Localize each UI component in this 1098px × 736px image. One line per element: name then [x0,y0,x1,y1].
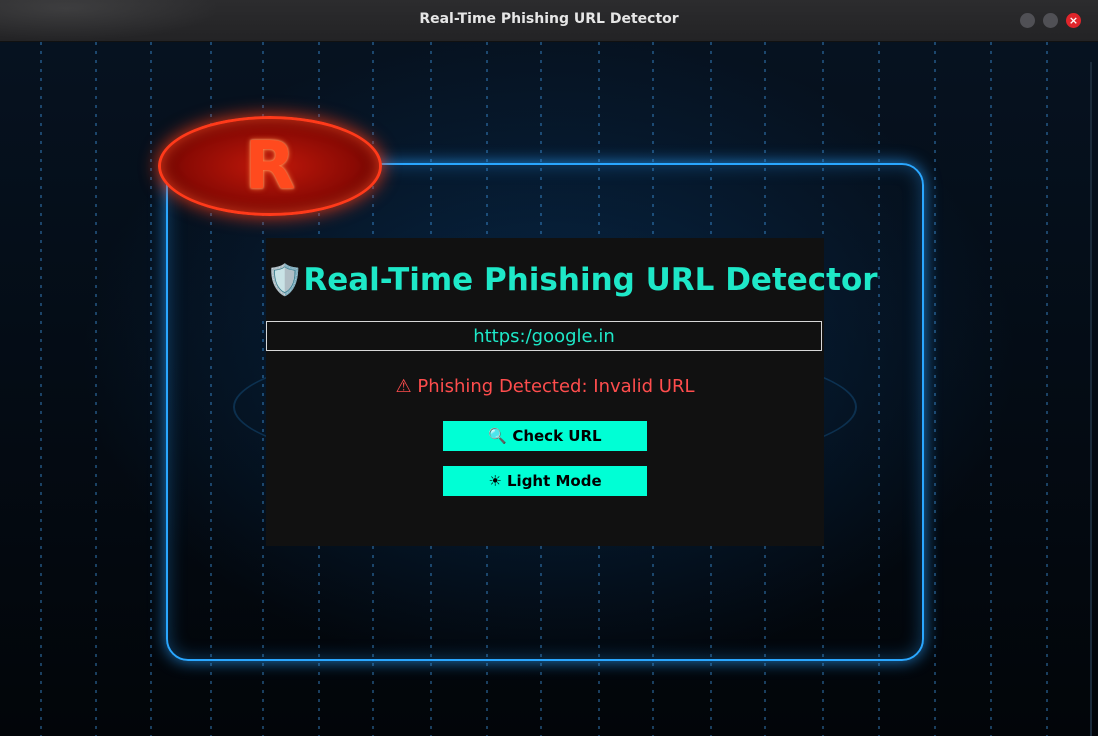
detector-panel: 🛡️Real-Time Phishing URL Detector ⚠ Phis… [266,238,878,546]
result-message: ⚠ Phishing Detected: Invalid URL [395,376,695,397]
logo-letter: R [244,127,296,204]
close-button[interactable]: × [1066,13,1081,28]
light-mode-button[interactable]: ☀ Light Mode [443,466,647,496]
shield-icon: 🛡️ [266,263,304,298]
url-input[interactable] [266,321,822,351]
check-url-button[interactable]: 🔍 Check URL [443,421,647,451]
app-title-text: Real-Time Phishing URL Detector [303,262,878,298]
window-title: Real-Time Phishing URL Detector [419,11,679,27]
app-title: 🛡️Real-Time Phishing URL Detector [266,262,878,298]
maximize-button[interactable] [1043,13,1058,28]
r-logo-badge: R [158,116,382,216]
window-titlebar[interactable]: Real-Time Phishing URL Detector × [0,0,1098,42]
minimize-button[interactable] [1020,13,1035,28]
